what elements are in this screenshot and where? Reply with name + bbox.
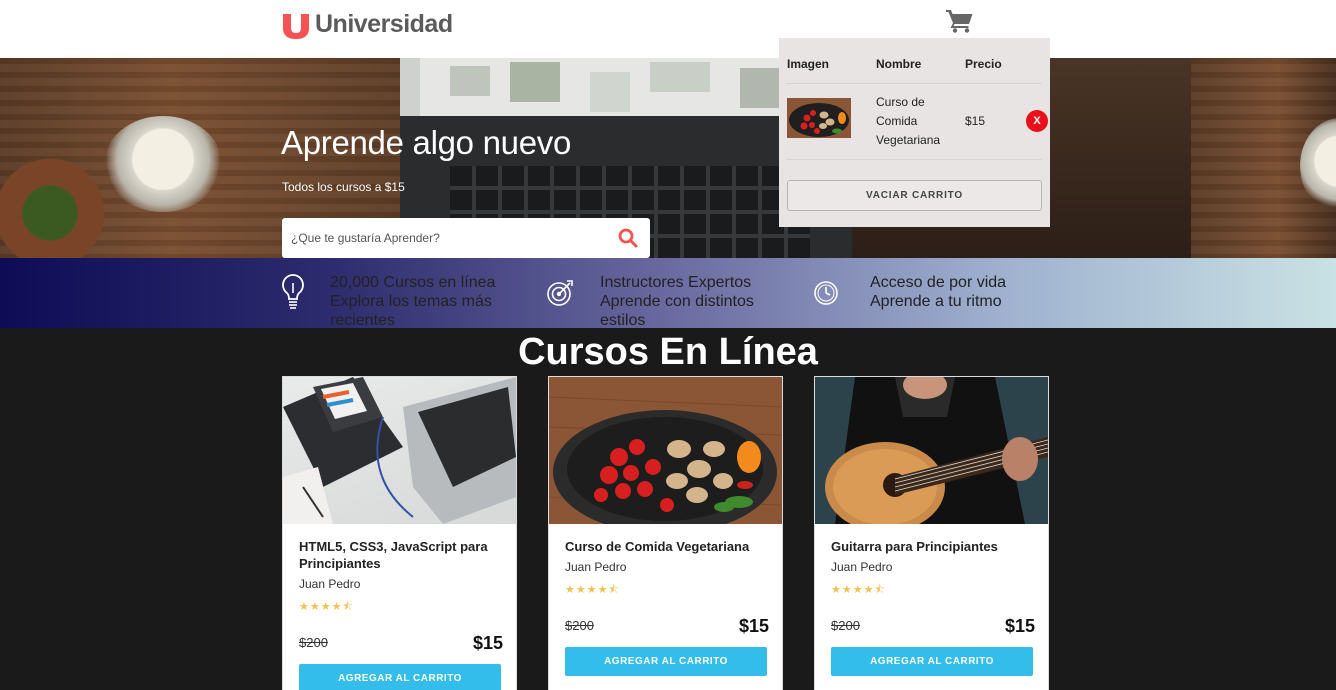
course-title: Guitarra para Principiantes	[831, 539, 998, 554]
lightbulb-icon	[282, 274, 304, 309]
cart-header-image: Imagen	[787, 57, 830, 71]
course-title: HTML5, CSS3, JavaScript para Principiant…	[299, 539, 488, 571]
logo-text: Universidad	[315, 9, 453, 38]
cart-header-price: Precio	[965, 57, 1002, 71]
course-author: Juan Pedro	[565, 560, 627, 574]
divider	[786, 159, 1042, 160]
candle-decoration	[104, 116, 222, 212]
cart-item-price: $15	[965, 114, 986, 128]
target-icon	[547, 280, 573, 306]
course-card: HTML5, CSS3, JavaScript para Principiant…	[282, 376, 517, 690]
course-card: Guitarra para Principiantes Juan Pedro ★…	[814, 376, 1049, 690]
cart-dropdown: Imagen Nombre Precio Curso de Comida Veg…	[779, 38, 1050, 227]
price: $15	[738, 616, 769, 636]
add-to-cart-button[interactable]: AGREGAR AL CARRITO	[565, 647, 767, 676]
star-rating: ★★★★⯪	[299, 601, 354, 613]
hero-banner: Aprende algo nuevo Todos los cursos a $1…	[0, 58, 1336, 258]
laptop-html-css-photo[interactable]	[283, 377, 516, 524]
old-price: $200	[299, 635, 328, 650]
add-to-cart-button[interactable]: AGREGAR AL CARRITO	[831, 647, 1033, 676]
feature-instructors: Instructores Expertos Aprende con distin…	[600, 274, 754, 329]
hero-subtitle: Todos los cursos a $15	[282, 180, 405, 194]
hero-title: Aprende algo nuevo	[281, 124, 572, 161]
guitar-player-photo[interactable]	[815, 377, 1048, 524]
course-author: Juan Pedro	[831, 560, 893, 574]
cart-icon[interactable]	[946, 9, 974, 33]
empty-cart-button[interactable]: VACIAR CARRITO	[787, 180, 1042, 211]
clock-icon	[814, 281, 838, 305]
price: $15	[1004, 616, 1035, 636]
search-icon[interactable]	[618, 228, 638, 248]
divider	[786, 83, 1042, 84]
course-author: Juan Pedro	[299, 577, 361, 591]
old-price: $200	[831, 618, 860, 633]
cart-item-image	[787, 98, 851, 138]
remove-item-button[interactable]: X	[1026, 110, 1048, 132]
section-title: Cursos En Línea	[518, 331, 818, 373]
logo-mark-icon	[283, 14, 309, 39]
logo[interactable]: Universidad	[281, 8, 453, 40]
star-rating: ★★★★⯪	[565, 584, 620, 596]
course-card: Curso de Comida Vegetariana Juan Pedro ★…	[548, 376, 783, 690]
features-bar: 20,000 Cursos en línea Explora los temas…	[0, 258, 1336, 329]
search-bar	[282, 218, 650, 258]
add-to-cart-button[interactable]: AGREGAR AL CARRITO	[299, 664, 501, 690]
star-rating: ★★★★⯪	[831, 584, 886, 596]
cart-header-name: Nombre	[876, 57, 922, 71]
feature-access: Acceso de por vida Aprende a tu ritmo	[870, 274, 1007, 310]
feature-courses: 20,000 Cursos en línea Explora los temas…	[330, 274, 496, 329]
vegetable-pan-photo[interactable]	[549, 377, 782, 524]
old-price: $200	[565, 618, 594, 633]
site-header: Universidad	[0, 0, 1336, 58]
search-input[interactable]	[282, 218, 602, 258]
course-title: Curso de Comida Vegetariana	[565, 539, 750, 554]
cart-item-name: Curso de Comida Vegetariana	[876, 95, 941, 147]
price: $15	[472, 633, 503, 653]
